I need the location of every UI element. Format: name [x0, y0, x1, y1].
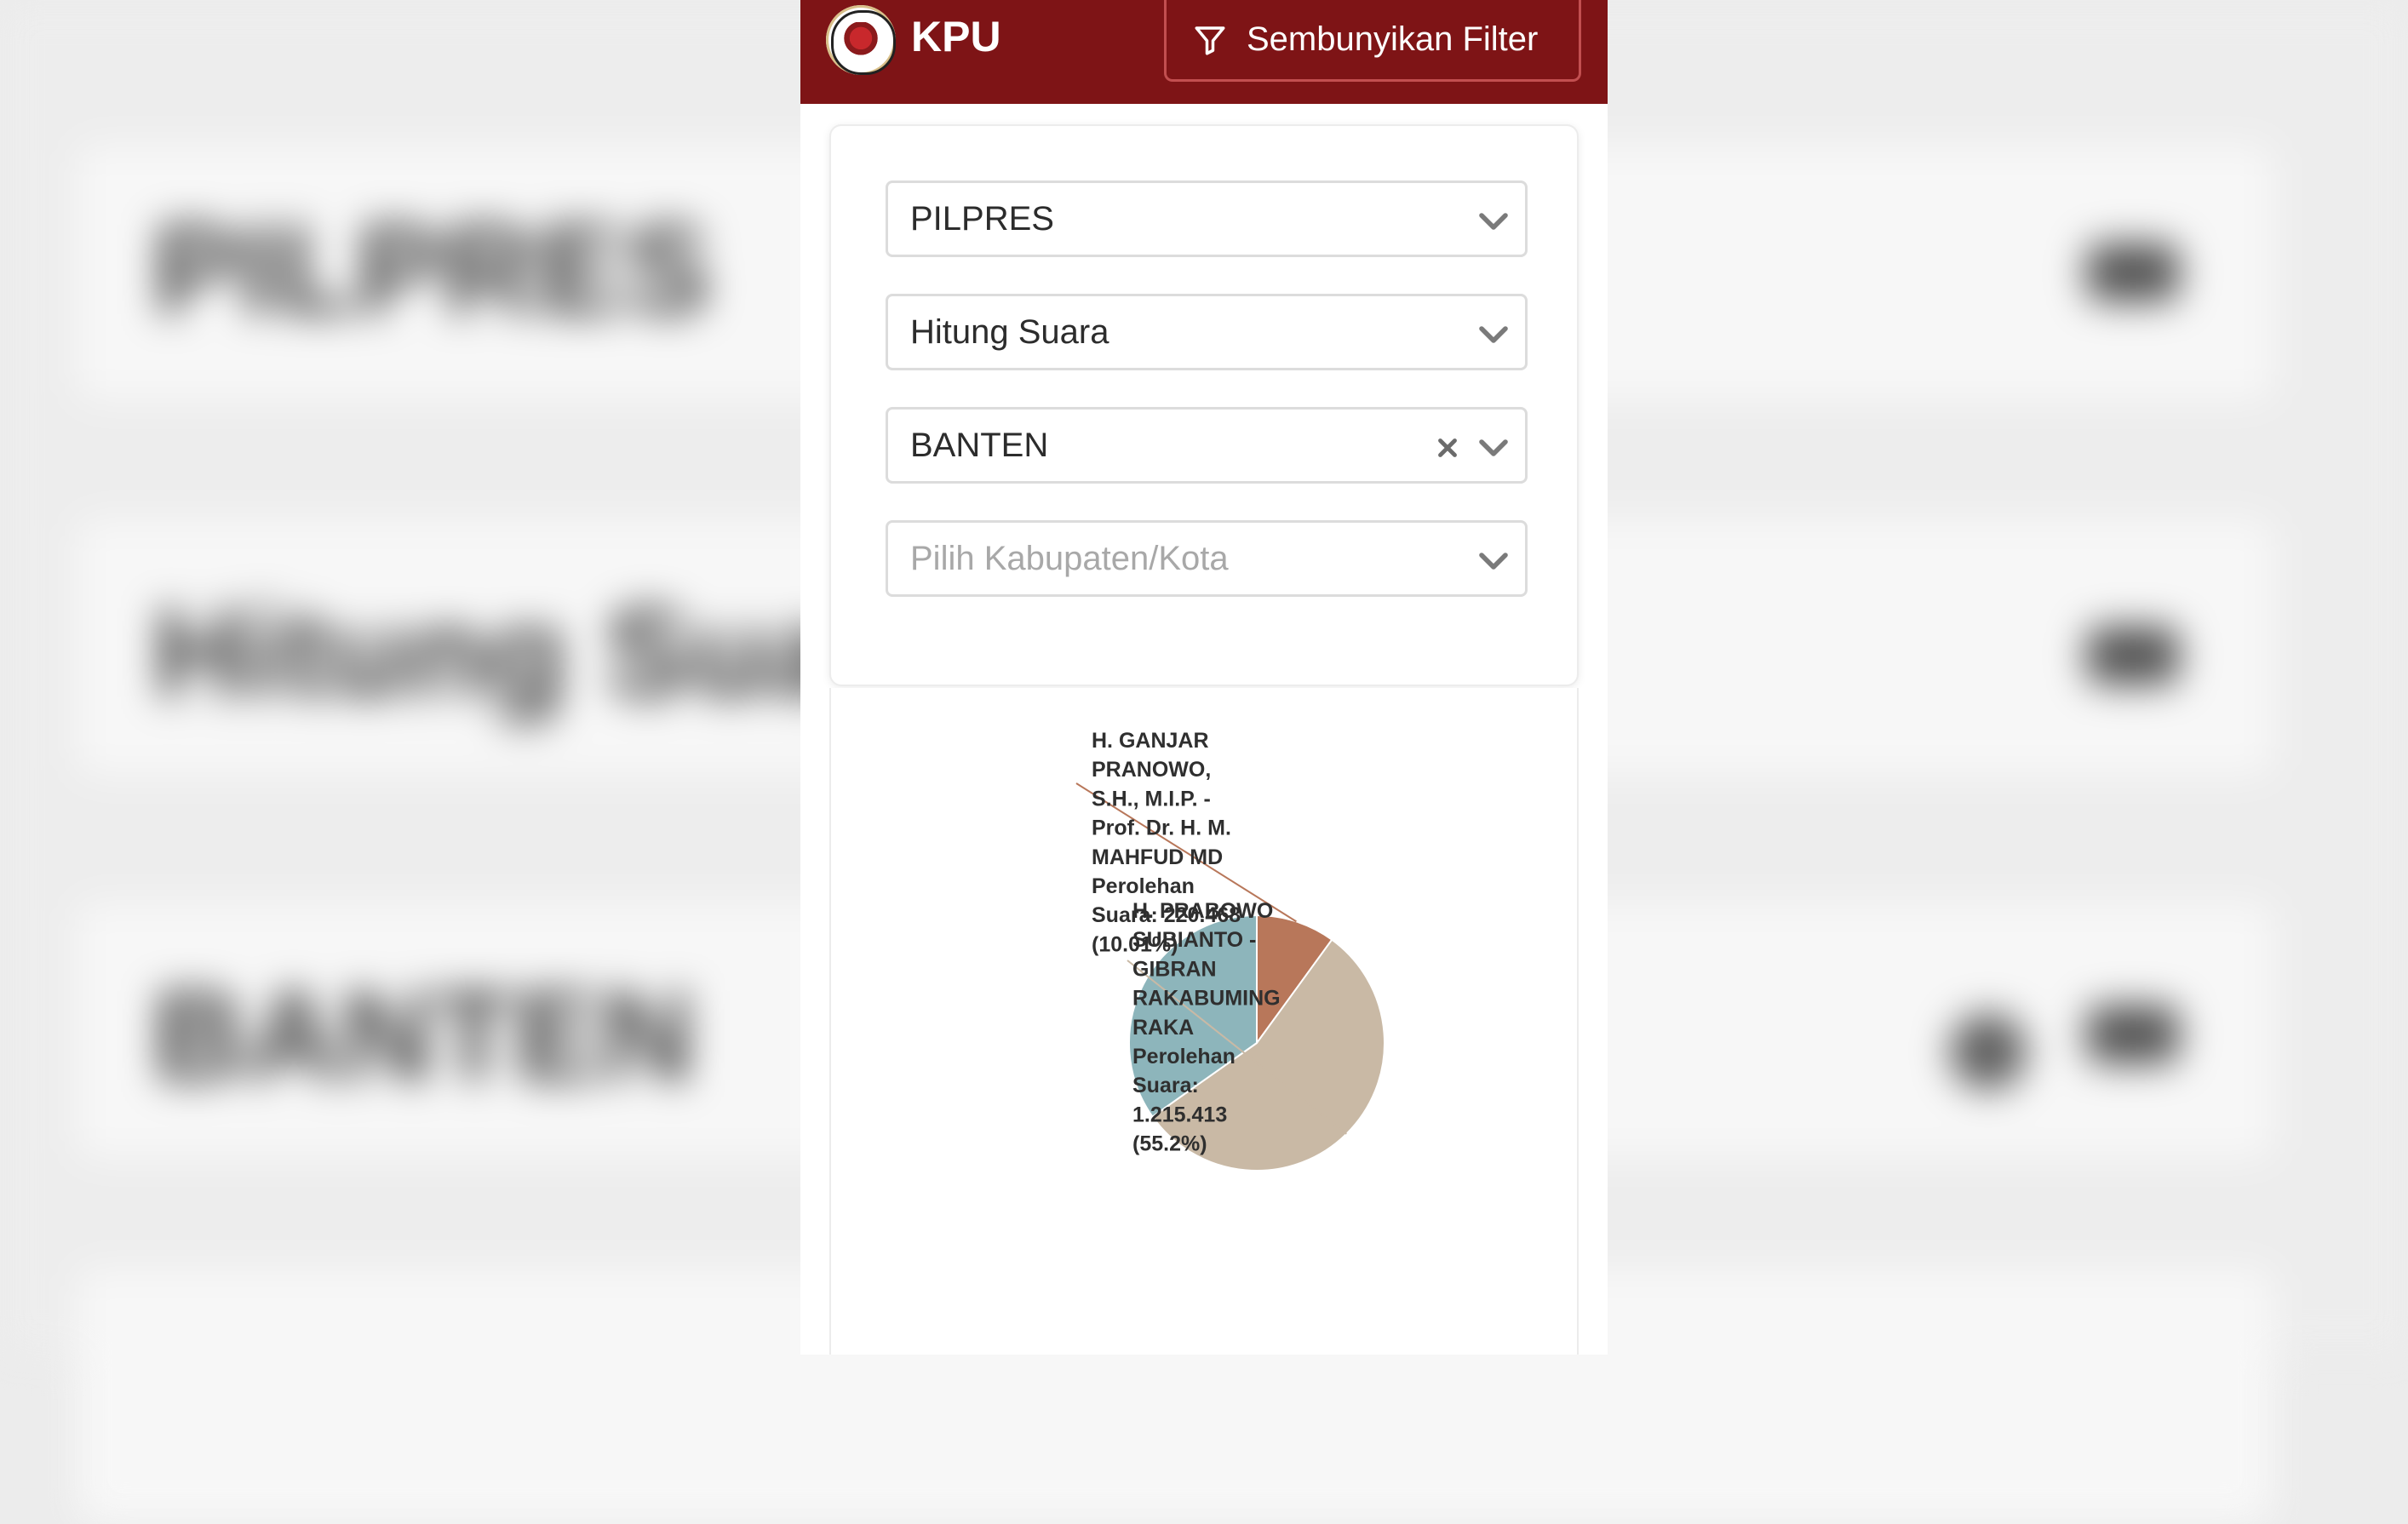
election-type-select[interactable]: PILPRES — [886, 180, 1528, 257]
hide-filter-label: Sembunyikan Filter — [1247, 20, 1539, 58]
chevron-down-icon[interactable] — [1476, 543, 1511, 579]
vote-pie-chart: H. GANJAR PRANOWO, S.H., M.I.P. -Prof. Dr.… — [1075, 729, 1385, 1172]
hide-filter-button[interactable]: Sembunyikan Filter — [1164, 0, 1581, 82]
chevron-down-icon[interactable] — [1476, 203, 1511, 239]
kpu-logo-icon — [826, 5, 896, 75]
regency-placeholder: Pilih Kabupaten/Kota — [910, 539, 1229, 577]
bg-chevron-2 — [2086, 626, 2180, 685]
chevron-down-icon[interactable] — [1476, 430, 1511, 466]
bg-chevron-3 — [2086, 1005, 2180, 1064]
regency-select[interactable]: Pilih Kabupaten/Kota — [886, 520, 1528, 597]
filter-card: PILPRES Hitung Suara BANTEN Pilih Kabupa… — [829, 124, 1579, 686]
brand-name: KPU — [911, 13, 1001, 60]
filter-icon — [1192, 22, 1228, 58]
data-type-value: Hitung Suara — [910, 312, 1109, 351]
top-navbar: KPU Sembunyikan Filter — [800, 0, 1608, 104]
bg-clear-x — [1950, 1013, 2027, 1090]
clear-icon[interactable] — [1433, 433, 1462, 462]
bg-chevron-1 — [2086, 243, 2180, 302]
bg-text-1: PILPRES — [153, 198, 712, 341]
election-type-value: PILPRES — [910, 199, 1054, 238]
logo-garuda — [841, 22, 880, 58]
vote-chart-panel: H. GANJAR PRANOWO, S.H., M.I.P. -Prof. Dr.… — [829, 688, 1579, 1355]
data-type-select[interactable]: Hitung Suara — [886, 294, 1528, 370]
chevron-down-icon[interactable] — [1476, 317, 1511, 352]
bg-text-3: BANTEN — [153, 964, 696, 1107]
mobile-viewport: KPU Sembunyikan Filter PILPRES Hitung Su… — [800, 0, 1608, 1355]
province-select[interactable]: BANTEN — [886, 407, 1528, 484]
